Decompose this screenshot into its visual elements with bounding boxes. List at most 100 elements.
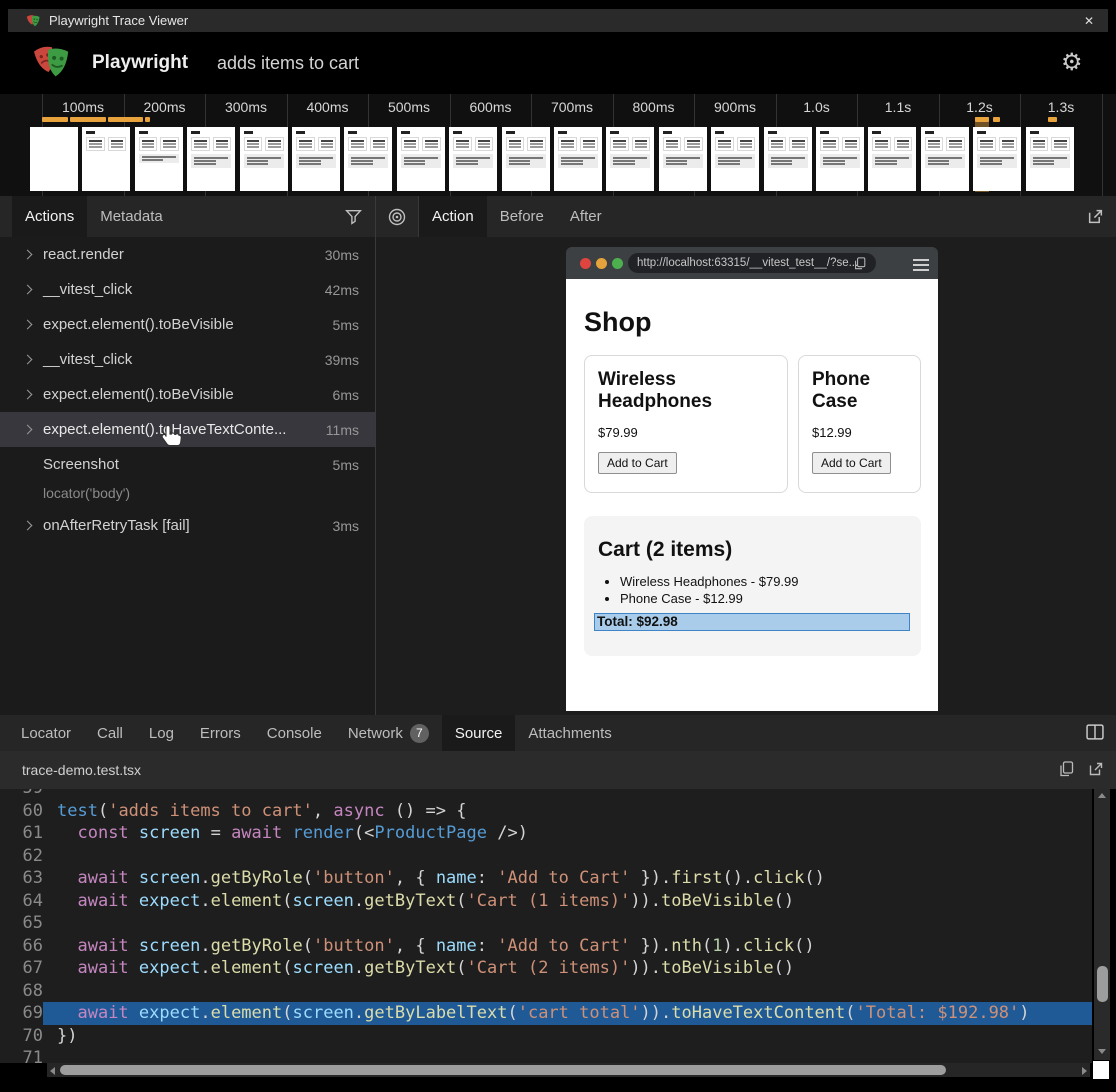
chevron-right-icon[interactable] <box>23 355 33 365</box>
action-row[interactable]: onAfterRetryTask [fail]3ms <box>0 508 375 543</box>
tab-locator[interactable]: Locator <box>8 715 84 751</box>
token: () <box>774 958 794 978</box>
cart-item-list: Wireless Headphones - $79.99Phone Case -… <box>598 574 799 608</box>
settings-gear-icon[interactable]: ⚙ <box>1061 48 1083 77</box>
token: element <box>211 891 283 911</box>
thumb-shop-title <box>86 131 95 134</box>
actions-tabstrip: Actions Metadata <box>0 196 375 237</box>
split-columns-icon[interactable] <box>1086 724 1104 744</box>
tab-before[interactable]: Before <box>487 196 557 237</box>
filmstrip-thumbnail[interactable] <box>606 127 654 191</box>
chevron-right-icon[interactable] <box>23 390 33 400</box>
vertical-scrollbar-thumb[interactable] <box>1097 966 1108 1002</box>
filmstrip-thumbnail[interactable] <box>292 127 340 191</box>
horizontal-scrollbar[interactable] <box>47 1063 1090 1077</box>
action-row[interactable]: __vitest_click42ms <box>0 272 375 307</box>
action-row[interactable]: Screenshot5ms <box>0 447 375 482</box>
token: ( <box>282 958 292 978</box>
tab-source[interactable]: Source <box>442 715 516 751</box>
thumb-product-card <box>370 137 389 151</box>
filmstrip-thumbnail[interactable] <box>764 127 812 191</box>
cart-section: Cart (2 items) Wireless Headphones - $79… <box>584 516 921 656</box>
filmstrip-thumbnail[interactable] <box>82 127 130 191</box>
timeline-tick-label: 400ms <box>293 99 363 115</box>
thumb-shop-title <box>872 131 881 134</box>
open-snapshot-external-icon[interactable] <box>1087 208 1104 229</box>
copy-source-icon[interactable] <box>1059 761 1074 780</box>
chevron-right-icon[interactable] <box>23 425 33 435</box>
scroll-left-arrow[interactable] <box>50 1067 55 1075</box>
tab-call[interactable]: Call <box>84 715 136 751</box>
browser-menu-icon[interactable] <box>913 259 929 274</box>
token <box>129 891 139 911</box>
pick-locator-target-icon[interactable] <box>376 196 419 237</box>
thumb-product-card <box>946 137 965 151</box>
action-row[interactable]: react.render30ms <box>0 237 375 272</box>
filmstrip-thumbnail[interactable] <box>659 127 707 191</box>
action-row[interactable]: expect.element().toHaveTextConte...11ms <box>0 412 375 447</box>
close-icon[interactable]: ✕ <box>1084 14 1094 28</box>
filmstrip-thumbnail[interactable] <box>711 127 759 191</box>
vertical-scrollbar[interactable] <box>1094 789 1110 1060</box>
tab-label: Actions <box>25 208 74 225</box>
add-to-cart-button[interactable]: Add to Cart <box>812 452 891 474</box>
tab-actions[interactable]: Actions <box>12 196 87 237</box>
thumb-product-card <box>348 137 367 151</box>
add-to-cart-button[interactable]: Add to Cart <box>598 452 677 474</box>
chevron-right-icon[interactable] <box>23 521 33 531</box>
chevron-right-icon[interactable] <box>23 285 33 295</box>
open-source-external-icon[interactable] <box>1088 761 1104 780</box>
tab-attachments[interactable]: Attachments <box>515 715 624 751</box>
tab-metadata[interactable]: Metadata <box>87 196 176 237</box>
scroll-down-arrow[interactable] <box>1098 1049 1106 1054</box>
filmstrip-thumbnail[interactable] <box>554 127 602 191</box>
tab-log[interactable]: Log <box>136 715 187 751</box>
action-list: react.render30ms__vitest_click42msexpect… <box>0 237 375 543</box>
thumb-product-card <box>999 137 1018 151</box>
token: const <box>77 823 128 843</box>
filter-icon[interactable] <box>345 208 362 229</box>
product-card: Phone Case $12.99 Add to Cart <box>798 355 921 493</box>
scroll-right-arrow[interactable] <box>1082 1067 1087 1075</box>
thumb-cart-block <box>244 154 284 168</box>
scroll-up-arrow[interactable] <box>1098 793 1106 798</box>
filmstrip-thumbnail[interactable] <box>921 127 969 191</box>
tab-errors[interactable]: Errors <box>187 715 254 751</box>
action-row[interactable]: expect.element().toBeVisible6ms <box>0 377 375 412</box>
code-line: 64 await expect.element(screen.getByText… <box>0 890 1092 913</box>
chevron-right-icon[interactable] <box>23 320 33 330</box>
timeline-tick-label: 600ms <box>456 99 526 115</box>
token: 'Add to Cart' <box>497 868 630 888</box>
thumb-product-card <box>977 137 996 151</box>
thumb-products <box>558 137 598 151</box>
filmstrip-thumbnail[interactable] <box>1026 127 1074 191</box>
filmstrip-thumbnail[interactable] <box>502 127 550 191</box>
filmstrip-thumbnail[interactable] <box>868 127 916 191</box>
token: getByText <box>364 958 456 978</box>
action-duration: 30ms <box>325 247 375 263</box>
filmstrip-thumbnail[interactable] <box>240 127 288 191</box>
filmstrip-thumbnail[interactable] <box>397 127 445 191</box>
timeline-action-bar <box>108 117 143 122</box>
action-row[interactable]: __vitest_click39ms <box>0 342 375 377</box>
tab-network[interactable]: Network7 <box>335 715 442 751</box>
filmstrip-thumbnail[interactable] <box>187 127 235 191</box>
trace-timeline[interactable]: 100ms200ms300ms400ms500ms600ms700ms800ms… <box>0 94 1116 197</box>
tab-console[interactable]: Console <box>254 715 335 751</box>
thumb-products <box>820 137 860 151</box>
action-row[interactable]: expect.element().toBeVisible5ms <box>0 307 375 342</box>
filmstrip-thumbnail[interactable] <box>30 127 78 191</box>
filmstrip-thumbnail[interactable] <box>973 127 1021 191</box>
tab-action[interactable]: Action <box>419 196 487 237</box>
filmstrip-thumbnail[interactable] <box>135 127 183 191</box>
copy-url-icon[interactable] <box>854 257 866 275</box>
tab-after[interactable]: After <box>557 196 615 237</box>
filmstrip-thumbnail[interactable] <box>344 127 392 191</box>
chevron-right-icon[interactable] <box>23 250 33 260</box>
horizontal-scrollbar-thumb[interactable] <box>60 1065 946 1075</box>
token: = <box>200 823 231 843</box>
timeline-tick-label: 300ms <box>211 99 281 115</box>
thumb-products <box>977 137 1017 151</box>
filmstrip-thumbnail[interactable] <box>449 127 497 191</box>
filmstrip-thumbnail[interactable] <box>816 127 864 191</box>
